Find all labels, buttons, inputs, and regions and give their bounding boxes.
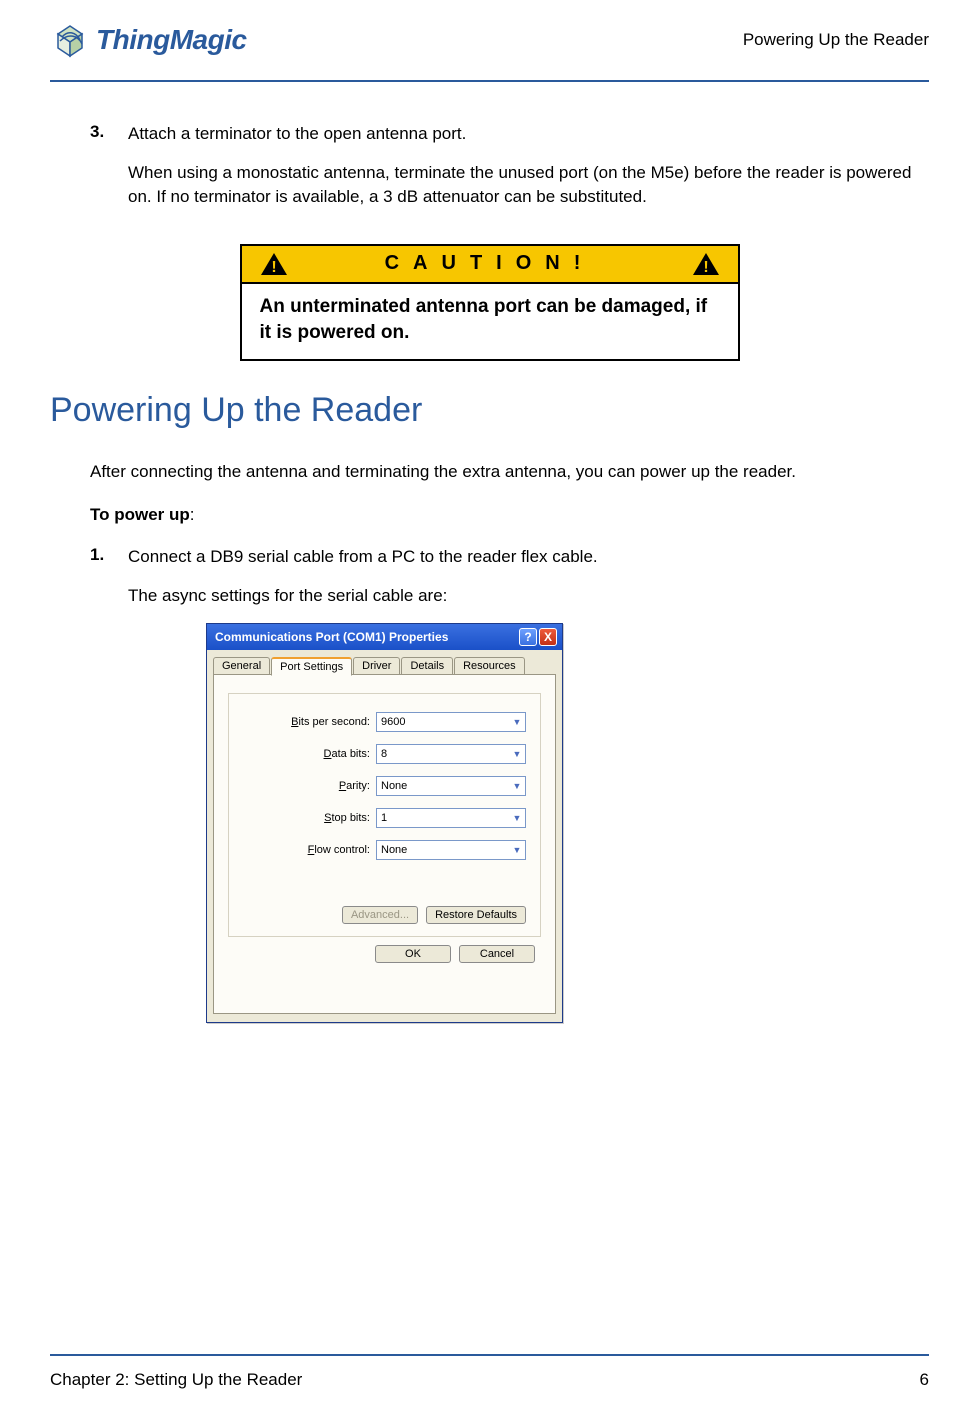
- footer-chapter: Chapter 2: Setting Up the Reader: [50, 1370, 302, 1390]
- flow-control-select[interactable]: None ▼: [376, 840, 526, 860]
- step-1-body: The async settings for the serial cable …: [128, 584, 919, 609]
- close-button[interactable]: X: [539, 628, 557, 646]
- advanced-button[interactable]: Advanced...: [342, 906, 418, 924]
- brand-logo: ThingMagic: [50, 20, 247, 60]
- com-properties-dialog: Communications Port (COM1) Properties ? …: [206, 623, 563, 1023]
- stop-bits-label: Stop bits:: [324, 812, 370, 824]
- help-button[interactable]: ?: [519, 628, 537, 646]
- caution-body: An unterminated antenna port can be dam­…: [242, 284, 738, 359]
- to-power-up: To power up:: [90, 503, 929, 528]
- caution-label: CAUTION!: [288, 252, 692, 275]
- step-number: 1.: [90, 545, 110, 1022]
- footer-page-number: 6: [920, 1370, 929, 1390]
- caution-box: ! CAUTION! ! An unterminated antenna por…: [240, 244, 740, 361]
- parity-value: None: [381, 780, 407, 792]
- cube-icon: [50, 20, 90, 60]
- step-3-title: Attach a terminator to the open antenna …: [128, 122, 919, 147]
- caution-header: ! CAUTION! !: [242, 246, 738, 284]
- stop-bits-select[interactable]: 1 ▼: [376, 808, 526, 828]
- ok-button[interactable]: OK: [375, 945, 451, 963]
- step-1-title: Connect a DB9 serial cable from a PC to …: [128, 545, 919, 570]
- bits-per-second-select[interactable]: 9600 ▼: [376, 712, 526, 732]
- bits-per-second-value: 9600: [381, 716, 405, 728]
- dialog-tabs: General Port Settings Driver Details Res…: [213, 656, 556, 675]
- to-power-up-colon: :: [190, 505, 195, 524]
- step-1: 1. Connect a DB9 serial cable from a PC …: [90, 545, 919, 1022]
- brand-text: ThingMagic: [96, 24, 247, 56]
- restore-defaults-button[interactable]: Restore Defaults: [426, 906, 526, 924]
- warning-icon: !: [260, 252, 288, 276]
- to-power-up-label: To power up: [90, 505, 190, 524]
- data-bits-value: 8: [381, 748, 387, 760]
- data-bits-label: Data bits:: [324, 748, 370, 760]
- flow-control-value: None: [381, 844, 407, 856]
- svg-text:!: !: [271, 259, 276, 276]
- svg-text:!: !: [703, 259, 708, 276]
- port-settings-group: Bits per second: 9600 ▼ Data bits:: [228, 693, 541, 937]
- dialog-titlebar[interactable]: Communications Port (COM1) Properties ? …: [207, 624, 562, 650]
- parity-label: Parity:: [339, 780, 370, 792]
- chevron-down-icon: ▼: [509, 713, 525, 731]
- intro-paragraph: After connecting the antenna and termina…: [90, 460, 929, 485]
- page-footer: Chapter 2: Setting Up the Reader 6: [50, 1354, 929, 1390]
- warning-icon: !: [692, 252, 720, 276]
- bits-per-second-label: Bits per second:: [291, 716, 370, 728]
- step-3-body: When using a monostatic antenna, termina…: [128, 161, 919, 210]
- chevron-down-icon: ▼: [509, 809, 525, 827]
- dialog-title-text: Communications Port (COM1) Properties: [215, 630, 448, 644]
- tab-port-settings[interactable]: Port Settings: [271, 657, 352, 676]
- step-3: 3. Attach a terminator to the open anten…: [90, 122, 919, 224]
- flow-control-label: Flow control:: [308, 844, 370, 856]
- chevron-down-icon: ▼: [509, 841, 525, 859]
- tab-panel: Bits per second: 9600 ▼ Data bits:: [213, 674, 556, 1014]
- page-header: ThingMagic Powering Up the Reader: [50, 20, 929, 82]
- chevron-down-icon: ▼: [509, 777, 525, 795]
- chevron-down-icon: ▼: [509, 745, 525, 763]
- header-section-label: Powering Up the Reader: [743, 30, 929, 50]
- step-number: 3.: [90, 122, 110, 224]
- parity-select[interactable]: None ▼: [376, 776, 526, 796]
- stop-bits-value: 1: [381, 812, 387, 824]
- section-title: Powering Up the Reader: [50, 391, 929, 430]
- cancel-button[interactable]: Cancel: [459, 945, 535, 963]
- data-bits-select[interactable]: 8 ▼: [376, 744, 526, 764]
